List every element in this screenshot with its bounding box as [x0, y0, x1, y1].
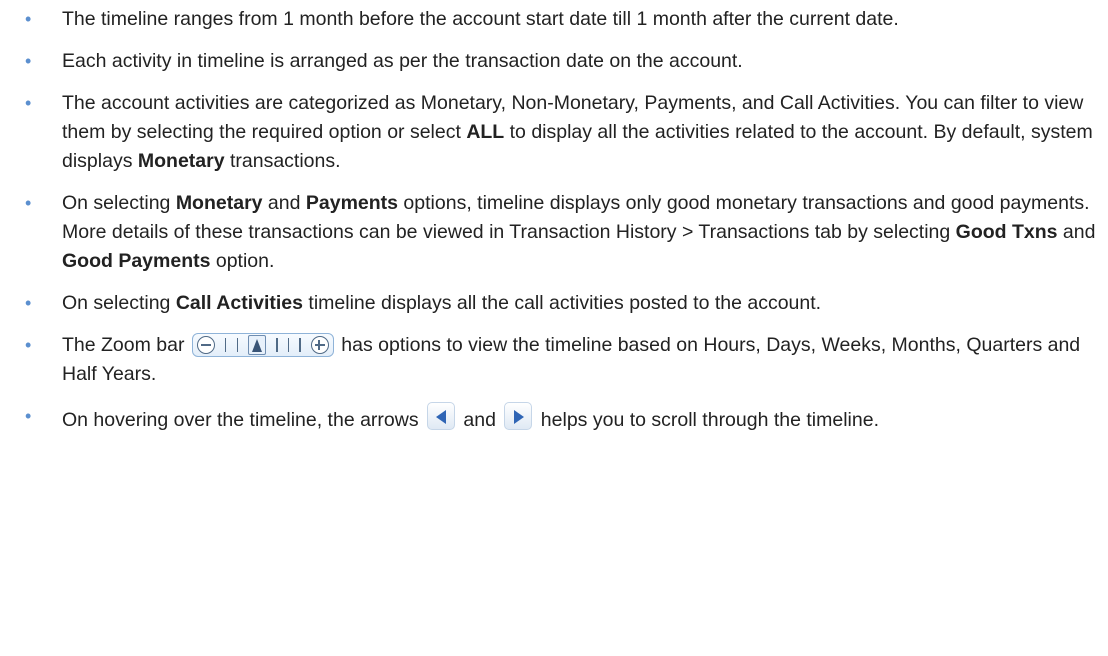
list-item: • The timeline ranges from 1 month befor… — [0, 5, 1108, 34]
bullet-marker: • — [25, 335, 32, 355]
bold-term: Monetary — [175, 192, 263, 214]
bullet-marker: • — [25, 9, 32, 29]
item-text: On selecting — [62, 192, 176, 214]
list-item: • On hovering over the timeline, the arr… — [0, 402, 1108, 435]
item-text: option. — [210, 250, 275, 272]
zoom-tick — [236, 338, 239, 352]
bullet-marker: • — [25, 193, 32, 213]
item-text: and — [262, 192, 306, 214]
item-text: timeline displays all the call activitie… — [302, 292, 822, 314]
zoom-tick — [224, 338, 227, 352]
zoom-tick — [276, 338, 278, 352]
item-text: On selecting — [62, 292, 176, 314]
list-item: • The account activities are categorized… — [0, 89, 1108, 176]
item-text: and — [458, 409, 502, 431]
bold-term: Call Activities — [175, 292, 303, 314]
scroll-left-arrow-icon — [427, 402, 456, 430]
zoom-bar-icon — [191, 333, 334, 357]
bold-term: Good Txns — [955, 221, 1058, 243]
item-text: On hovering over the timeline, the arrow… — [62, 409, 425, 431]
item-text: helps you to scroll through the timeline… — [535, 409, 879, 431]
scroll-right-arrow-icon — [504, 402, 533, 430]
bold-term: Good Payments — [62, 250, 211, 272]
bullet-marker: • — [25, 406, 32, 426]
item-text: The Zoom bar — [62, 334, 190, 356]
bullet-marker: • — [25, 51, 32, 71]
item-text: The timeline ranges from 1 month before … — [62, 8, 899, 30]
bold-term: ALL — [466, 121, 505, 143]
list-item: • The Zoom bar has options to view the t… — [0, 331, 1108, 389]
bullet-marker: • — [25, 293, 32, 313]
zoom-tick — [299, 338, 301, 352]
zoom-out-icon — [196, 336, 215, 354]
bold-term: Payments — [305, 192, 399, 214]
bold-term: Monetary — [137, 150, 225, 172]
list-item: • On selecting Monetary and Payments opt… — [0, 189, 1108, 276]
zoom-tick — [287, 338, 290, 352]
bullet-marker: • — [25, 93, 32, 113]
item-text: and — [1057, 221, 1096, 243]
item-text: Each activity in timeline is arranged as… — [62, 50, 743, 72]
item-text: transactions. — [224, 150, 341, 172]
list-item: • Each activity in timeline is arranged … — [0, 47, 1108, 76]
zoom-slider-thumb-icon — [248, 335, 267, 355]
list-item: • On selecting Call Activities timeline … — [0, 289, 1108, 318]
bullet-list: • The timeline ranges from 1 month befor… — [0, 5, 1108, 435]
zoom-in-icon — [310, 336, 329, 354]
